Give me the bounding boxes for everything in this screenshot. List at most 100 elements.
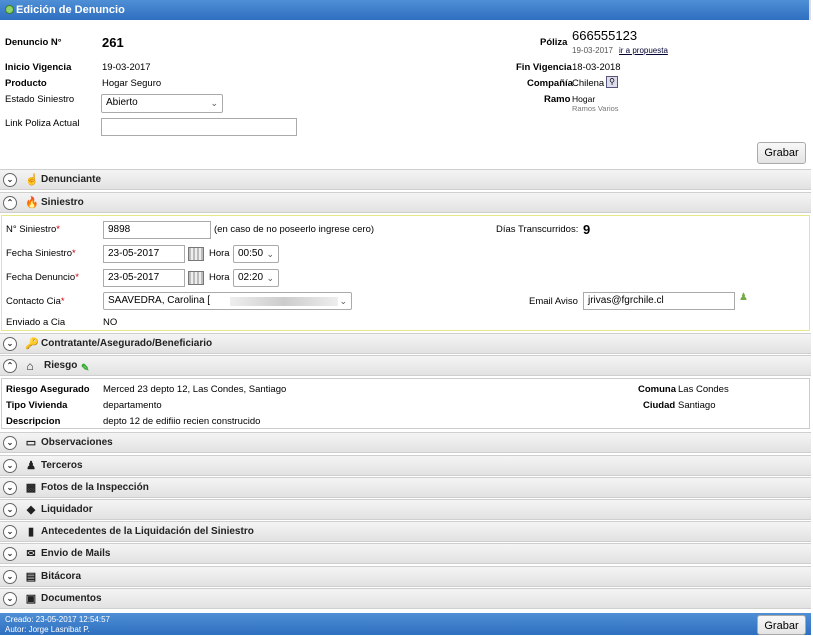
enviado-cia-label: Enviado a Cia (6, 317, 66, 328)
compania-value: Chilena (572, 78, 605, 89)
home-icon: ⌂ (26, 359, 34, 373)
book-icon: ▤ (25, 571, 37, 583)
footer-creado: Creado: 23-05-2017 12:54:57 (5, 615, 110, 624)
poliza-value: 666555123 (572, 28, 638, 43)
camera-icon: ▩ (25, 482, 37, 494)
section-title: Siniestro (41, 197, 84, 208)
expand-icon[interactable]: ⌄ (3, 570, 17, 584)
section-title: Terceros (41, 460, 83, 471)
expand-icon[interactable]: ⌄ (3, 436, 17, 450)
user-icon[interactable]: ♟ (739, 292, 748, 303)
footer-autor: Autor: Jorge Lasnibat P. (5, 625, 90, 634)
section-documentos[interactable]: ⌄ ▣ Documentos (0, 588, 811, 609)
window-icon: ▭ (25, 437, 37, 449)
tipo-vivienda-value: departamento (103, 400, 162, 411)
poliza-label: Póliza (540, 37, 568, 48)
link-poliza-input[interactable] (101, 118, 297, 136)
ciudad-label: Ciudad (643, 400, 676, 411)
hand-pointer-icon: ☝ (25, 174, 39, 186)
chevron-down-icon: ⌄ (339, 296, 347, 306)
section-envio-mails[interactable]: ⌄ ✉ Envio de Mails (0, 543, 811, 564)
siniestro-panel: N° Siniestro* 9898 (en caso de no poseer… (1, 215, 810, 331)
hora-value: 02:20 (238, 272, 264, 283)
redacted-area (230, 297, 338, 306)
expand-icon[interactable]: ⌄ (3, 547, 17, 561)
section-liquidador[interactable]: ⌄ ◆ Liquidador (0, 499, 811, 520)
grabar-footer-button[interactable]: Grabar (757, 615, 806, 635)
denuncio-label: Denuncio N° (5, 37, 62, 48)
enviado-cia-value: NO (103, 317, 118, 328)
collapse-icon[interactable]: ⌃ (3, 359, 17, 373)
ciudad-value: Santiago (678, 400, 716, 411)
key-icon: 🔑 (25, 338, 39, 350)
expand-icon[interactable]: ⌄ (3, 503, 17, 517)
grabar-button[interactable]: Grabar (757, 142, 806, 164)
estado-siniestro-value: Abierto (106, 97, 138, 108)
ir-a-propuesta-link[interactable]: ir a propuesta (619, 46, 668, 55)
ramo-label: Ramo (544, 94, 571, 105)
riesgo-asegurado-value: Merced 23 depto 12, Las Condes, Santiago (103, 384, 287, 395)
chevron-down-icon: ⌄ (266, 249, 274, 259)
contacto-cia-select[interactable]: SAAVEDRA, Carolina [ ⌄ (103, 292, 352, 310)
fecha-denuncio-label: Fecha Denuncio* (6, 272, 79, 283)
section-fotos[interactable]: ⌄ ▩ Fotos de la Inspección (0, 477, 811, 498)
expand-icon[interactable]: ⌄ (3, 481, 17, 495)
fin-vigencia-label: Fin Vigencia (516, 62, 572, 73)
ramo-sub: Ramos Varios (572, 104, 619, 113)
section-title: Observaciones (41, 437, 113, 448)
producto-value: Hogar Seguro (102, 78, 162, 89)
app-icon (5, 5, 14, 14)
tag-icon: ◆ (26, 504, 36, 516)
fecha-siniestro-input[interactable]: 23-05-2017 (103, 245, 185, 263)
collapse-icon[interactable]: ⌃ (3, 196, 17, 210)
section-antecedentes[interactable]: ⌄ ▮ Antecedentes de la Liquidación del Sin… (0, 521, 811, 542)
fecha-denuncio-input[interactable]: 23-05-2017 (103, 269, 185, 287)
section-terceros[interactable]: ⌄ ♟ Terceros (0, 455, 811, 476)
dias-transcurridos-value: 9 (583, 222, 591, 237)
comuna-label: Comuna (638, 384, 676, 395)
section-riesgo[interactable]: ⌃ ⌂ Riesgo ✎ (0, 355, 811, 376)
section-bitacora[interactable]: ⌄ ▤ Bitácora (0, 566, 811, 587)
riesgo-panel: Riesgo Asegurado Merced 23 depto 12, Las… (1, 378, 810, 429)
contacto-value: SAAVEDRA, Carolina [ (108, 295, 211, 306)
riesgo-asegurado-label: Riesgo Asegurado (6, 384, 90, 395)
section-observaciones[interactable]: ⌄ ▭ Observaciones (0, 432, 811, 453)
expand-icon[interactable]: ⌄ (3, 337, 17, 351)
envelope-icon: ✉ (26, 548, 36, 560)
section-denunciante[interactable]: ⌄ ☝ Denunciante (0, 169, 811, 190)
estado-siniestro-select[interactable]: Abierto ⌄ (101, 94, 223, 113)
edit-icon[interactable]: ✎ (81, 359, 95, 374)
section-title: Contratante/Asegurado/Beneficiario (41, 338, 213, 349)
expand-icon[interactable]: ⌄ (3, 592, 17, 606)
dias-transcurridos-label: Días Transcurridos: (496, 224, 579, 235)
denuncio-value: 261 (102, 35, 124, 50)
section-title: Riesgo (44, 360, 78, 371)
producto-label: Producto (5, 78, 47, 89)
search-icon[interactable]: ⚲ (606, 76, 618, 88)
section-title: Antecedentes de la Liquidación del Sinie… (41, 526, 254, 537)
hora-denuncio-select[interactable]: 02:20 ⌄ (233, 269, 279, 287)
hora-value: 00:50 (238, 248, 264, 259)
section-title: Denunciante (41, 174, 102, 185)
calendar-icon[interactable] (188, 271, 204, 285)
users-icon: ♟ (26, 460, 36, 472)
expand-icon[interactable]: ⌄ (3, 525, 17, 539)
expand-icon[interactable]: ⌄ (3, 459, 17, 473)
email-aviso-input[interactable]: jrivas@fgrchile.cl (583, 292, 735, 310)
expand-icon[interactable]: ⌄ (3, 173, 17, 187)
tipo-vivienda-label: Tipo Vivienda (6, 400, 68, 411)
fecha-siniestro-label: Fecha Siniestro* (6, 248, 76, 259)
num-siniestro-input[interactable]: 9898 (103, 221, 211, 239)
section-siniestro[interactable]: ⌃ 🔥 Siniestro (0, 192, 811, 213)
link-poliza-label: Link Poliza Actual (5, 118, 80, 129)
section-title: Fotos de la Inspección (41, 482, 149, 493)
section-contratante[interactable]: ⌄ 🔑 Contratante/Asegurado/Beneficiario (0, 333, 811, 354)
estado-siniestro-label: Estado Siniestro (5, 94, 75, 105)
chevron-down-icon: ⌄ (266, 273, 274, 283)
hora-label: Hora (209, 272, 230, 283)
email-aviso-label: Email Aviso (529, 296, 578, 307)
inicio-vigencia-label: Inicio Vigencia (5, 62, 72, 73)
calendar-icon[interactable] (188, 247, 204, 261)
hora-siniestro-select[interactable]: 00:50 ⌄ (233, 245, 279, 263)
descripcion-label: Descripcion (6, 416, 61, 427)
